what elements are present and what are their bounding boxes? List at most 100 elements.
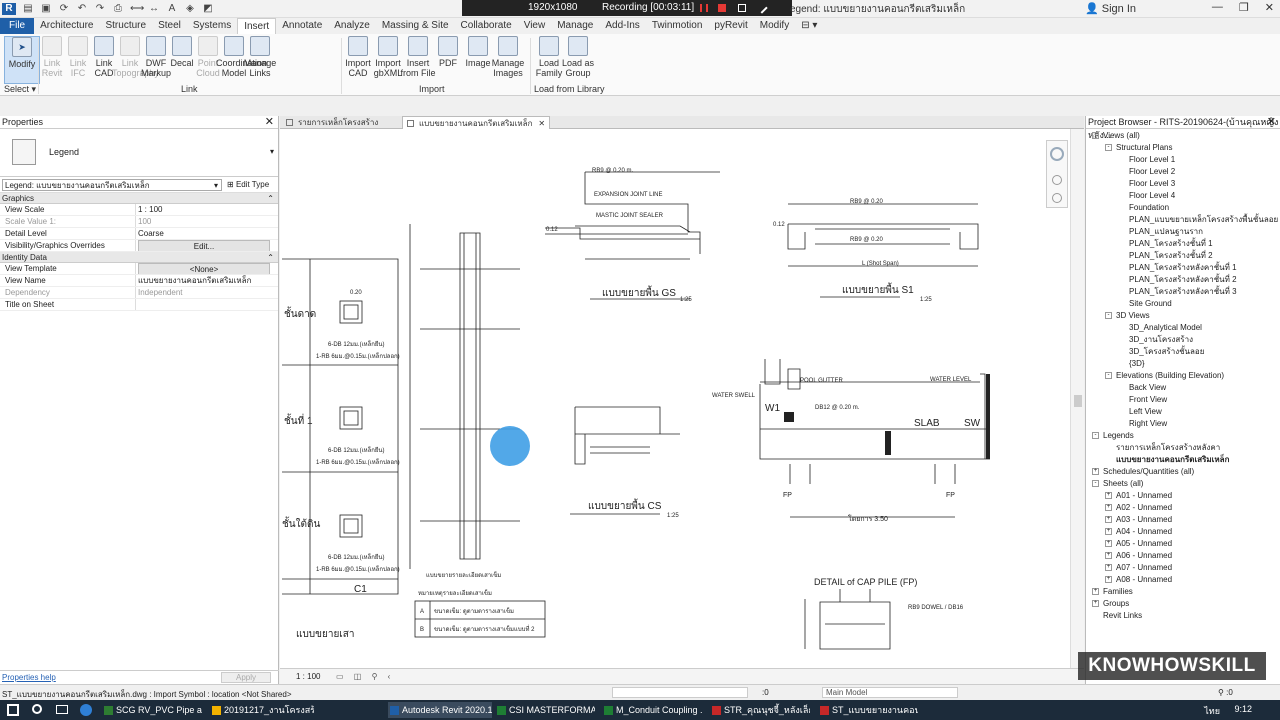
sync-icon[interactable]: ⟳ [58, 3, 70, 15]
collapse-icon[interactable]: - [1105, 372, 1112, 380]
property-value[interactable]: Coarse [136, 228, 278, 239]
browser-node[interactable]: - Structural Plans [1105, 142, 1172, 154]
ribbon-tab-manage[interactable]: Manage [551, 18, 599, 34]
revit-logo-icon[interactable]: R [2, 3, 16, 15]
redo-icon[interactable]: ↷ [94, 3, 106, 15]
taskbar-language[interactable]: ไทย [1204, 704, 1220, 718]
view-scale[interactable]: 1 : 100 [296, 672, 320, 681]
expand-icon[interactable]: + [1105, 492, 1112, 500]
browser-node[interactable]: Front View [1129, 394, 1167, 406]
property-value[interactable]: 1 : 100 [136, 204, 278, 215]
windows-start-icon[interactable] [7, 704, 19, 716]
taskbar-item[interactable]: Autodesk Revit 2020.1... [388, 702, 492, 718]
browser-node[interactable]: PLAN_แปลนฐานราก [1129, 226, 1203, 238]
zoom-icon[interactable] [1052, 175, 1062, 185]
browser-node[interactable]: Floor Level 2 [1129, 166, 1175, 178]
expand-icon[interactable]: + [1105, 564, 1112, 572]
browser-node[interactable]: Foundation [1129, 202, 1169, 214]
taskbar-item[interactable]: SCG RV_PVC Pipe and... [102, 702, 202, 718]
expand-icon[interactable]: + [1105, 504, 1112, 512]
load-as-group-button[interactable]: Load as Group [560, 36, 596, 78]
taskbar-item[interactable]: M_Conduit Coupling ... [602, 702, 702, 718]
browser-node[interactable]: 3D_โครงสร้างชั้นลอย [1129, 346, 1204, 358]
design-option-selector[interactable]: Main Model [822, 687, 958, 698]
dimension-icon[interactable]: ↔ [148, 3, 160, 15]
collapse-icon[interactable]: - [1105, 144, 1112, 152]
browser-node[interactable]: Floor Level 1 [1129, 154, 1175, 166]
pause-icon[interactable] [700, 4, 708, 12]
ribbon-tab-modify[interactable]: Modify [754, 18, 795, 34]
taskbar-item[interactable]: STR_คุณนุชจี้_หลังเล็กค... [710, 702, 810, 718]
browser-node[interactable]: PLAN_โครงสร้างหลังคาชั้นที่ 1 [1129, 262, 1237, 274]
select-dropdown[interactable]: Select ▾ [4, 84, 36, 95]
browser-node[interactable]: + Families [1092, 586, 1133, 598]
browser-node[interactable]: + A05 - Unnamed [1105, 538, 1172, 550]
collapse-icon[interactable]: - [1092, 132, 1099, 140]
browser-node[interactable]: Right View [1129, 418, 1167, 430]
search-icon[interactable] [32, 704, 42, 714]
maximize-icon[interactable]: ❐ [1239, 1, 1249, 14]
task-view-icon[interactable] [56, 705, 68, 714]
collapse-icon[interactable]: - [1092, 432, 1099, 440]
print-icon[interactable]: ⎙ [112, 3, 124, 15]
scroll-thumb[interactable] [1074, 395, 1082, 407]
browser-node[interactable]: - Legends [1092, 430, 1134, 442]
close-tab-icon[interactable]: ✕ [538, 119, 545, 128]
ribbon-tab-collaborate[interactable]: Collaborate [455, 18, 518, 34]
browser-node[interactable]: - Elevations (Building Elevation) [1105, 370, 1224, 382]
measure-icon[interactable]: ⟷ [130, 3, 144, 15]
browser-node[interactable]: + A04 - Unnamed [1105, 526, 1172, 538]
ribbon-tab-steel[interactable]: Steel [152, 18, 187, 34]
expand-icon[interactable]: + [1105, 528, 1112, 536]
property-value[interactable]: <None> [136, 263, 278, 274]
chevron-down-icon[interactable]: ▾ [270, 147, 274, 156]
browser-node[interactable]: + A08 - Unnamed [1105, 574, 1172, 586]
browser-node[interactable]: + A06 - Unnamed [1105, 550, 1172, 562]
view-tab[interactable]: รายการเหล็กโครงสร้างหลังคา [282, 116, 398, 140]
collapse-icon[interactable]: - [1105, 312, 1112, 320]
browser-node[interactable]: Back View [1129, 382, 1166, 394]
ribbon-tab-systems[interactable]: Systems [187, 18, 237, 34]
ribbon-tab-file[interactable]: File [0, 18, 35, 34]
browser-node[interactable]: 3D_Analytical Model [1129, 322, 1202, 334]
minimize-icon[interactable]: — [1212, 1, 1223, 14]
browser-node[interactable]: PLAN_โครงสร้างชั้นที่ 2 [1129, 250, 1213, 262]
ribbon-tab-insert[interactable]: Insert [237, 17, 277, 35]
property-value[interactable]: Edit... [136, 240, 278, 251]
camera-icon[interactable] [738, 4, 746, 12]
browser-node[interactable]: + A01 - Unnamed [1105, 490, 1172, 502]
browser-node[interactable]: PLAN_โครงสร้างหลังคาชั้นที่ 2 [1129, 274, 1237, 286]
property-button[interactable]: Edit... [138, 240, 270, 251]
browser-node[interactable]: Floor Level 3 [1129, 178, 1175, 190]
browser-node[interactable]: PLAN_โครงสร้างชั้นที่ 1 [1129, 238, 1213, 250]
expand-icon[interactable]: + [1105, 516, 1112, 524]
filter-count[interactable]: ⚲ :0 [1218, 688, 1233, 697]
edge-icon[interactable] [80, 704, 92, 716]
property-button[interactable]: <None> [138, 263, 270, 274]
navigation-bar[interactable] [1046, 140, 1068, 208]
pen-icon[interactable] [756, 2, 768, 14]
browser-node[interactable]: + A07 - Unnamed [1105, 562, 1172, 574]
taskbar-item[interactable]: ST_แบบขยายงานคอนกรีต... [818, 702, 918, 718]
browser-node[interactable]: + A03 - Unnamed [1105, 514, 1172, 526]
save-icon[interactable]: ▣ [40, 3, 52, 15]
view-control-icons[interactable]: ▭ ◫ ⚲ ‹ [336, 672, 394, 681]
ribbon-tab-add-ins[interactable]: Add-Ins [599, 18, 645, 34]
section-icon[interactable]: ◩ [202, 3, 214, 15]
expand-icon[interactable]: + [1105, 576, 1112, 584]
close-icon[interactable]: ✕ [265, 116, 274, 129]
sign-in-link[interactable]: 👤 Sign In [1085, 2, 1136, 15]
browser-node[interactable]: แบบขยายงานคอนกรีตเสริมเหล็ก [1116, 454, 1229, 466]
collapse-icon[interactable]: - [1092, 480, 1099, 488]
browser-node[interactable]: {3D} [1129, 358, 1145, 370]
steering-wheel-icon[interactable] [1050, 147, 1064, 161]
ribbon-tab-annotate[interactable]: Annotate [276, 18, 328, 34]
manage-images-button[interactable]: Manage Images [490, 36, 526, 78]
browser-node[interactable]: รายการเหล็กโครงสร้างหลังคา [1116, 442, 1220, 454]
browser-node[interactable]: - Sheets (all) [1092, 478, 1143, 490]
apply-button[interactable]: Apply [221, 672, 271, 683]
3d-view-icon[interactable]: ◈ [184, 3, 196, 15]
close-icon[interactable]: ✕ [1265, 1, 1274, 14]
taskbar-clock[interactable]: 9:12 [1234, 704, 1252, 714]
open-icon[interactable]: ▤ [22, 3, 34, 15]
